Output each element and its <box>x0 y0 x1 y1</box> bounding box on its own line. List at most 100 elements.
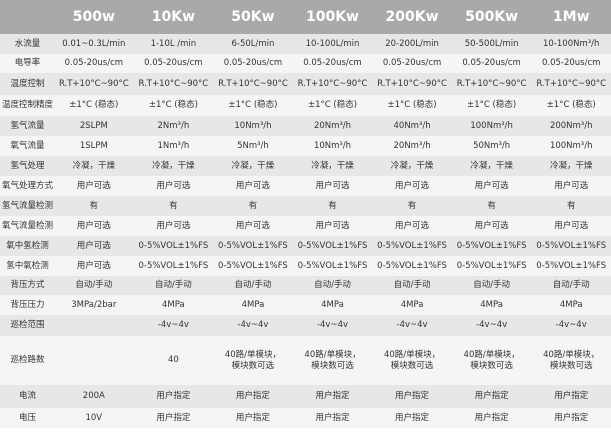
row-label: 背压压力 <box>0 295 55 315</box>
table-cell: 用户指定 <box>531 385 611 408</box>
row-label: 电导率 <box>0 54 55 73</box>
table-cell: 用户指定 <box>292 385 373 408</box>
table-cell: ±1°C (稳态) <box>451 95 532 116</box>
table-cell: 用户可选 <box>531 176 611 196</box>
table-cell: R.T+10°C~90°C <box>133 73 214 95</box>
table-cell: -4v~4v <box>451 315 532 336</box>
table-cell: 20-200L/min <box>372 34 452 54</box>
table-row: 氧气流量检测 用户可选 用户可选 用户可选 用户可选 用户可选 用户可选 用户可选 <box>0 216 611 236</box>
table-cell: 40路/单模块， 模块数可选 <box>451 336 532 385</box>
table-cell: 用户指定 <box>451 408 532 428</box>
table-cell: 用户可选 <box>451 216 532 236</box>
table-cell: -4v~4v <box>133 315 214 336</box>
table-cell: 0-5%VOL±1%FS <box>531 236 611 256</box>
table-cell: 用户可选 <box>213 176 293 196</box>
table-cell <box>54 336 134 385</box>
table-cell: 有 <box>531 196 611 216</box>
row-label: 温度控制精度 <box>0 95 55 116</box>
table-cell: 用户可选 <box>451 176 532 196</box>
table-row: 背压压力 3MPa/2bar 4MPa 4MPa 4MPa 4MPa 4MPa 4MPa <box>0 295 611 315</box>
table-cell: 用户指定 <box>213 408 293 428</box>
header-model-50kw: 50Kw <box>213 0 293 34</box>
table-cell: ±1°C (稳态) <box>133 95 214 116</box>
table-cell: 0-5%VOL±1%FS <box>451 256 532 276</box>
table-row: 氧气处理方式 用户可选 用户可选 用户可选 用户可选 用户可选 用户可选 用户可选 <box>0 176 611 196</box>
table-cell: 自动/手动 <box>133 276 214 295</box>
table-cell: 用户指定 <box>372 408 452 428</box>
table-cell: 0-5%VOL±1%FS <box>372 236 452 256</box>
table-cell: 自动/手动 <box>372 276 452 295</box>
table-cell: 有 <box>451 196 532 216</box>
row-label: 背压方式 <box>0 276 55 295</box>
table-cell: 0-5%VOL±1%FS <box>133 236 214 256</box>
table-cell: 用户指定 <box>133 408 214 428</box>
table-cell: 自动/手动 <box>54 276 134 295</box>
table-row: 氢中氧检测 用户可选 0-5%VOL±1%FS 0-5%VOL±1%FS 0-5%VOL… <box>0 256 611 276</box>
table-cell: 10-100L/min <box>292 34 373 54</box>
table-cell: 0.05-20us/cm <box>451 54 532 73</box>
row-label: 氢中氧检测 <box>0 256 55 276</box>
table-cell: 用户可选 <box>292 216 373 236</box>
table-cell: 自动/手动 <box>213 276 293 295</box>
table-cell: 0-5%VOL±1%FS <box>372 256 452 276</box>
table-row: 背压方式 自动/手动 自动/手动 自动/手动 自动/手动 自动/手动 自动/手动 自动/手动 <box>0 276 611 295</box>
table-cell: 4MPa <box>372 295 452 315</box>
table-cell: 冷凝，干燥 <box>372 156 452 176</box>
table-cell: 40路/单模块， 模块数可选 <box>292 336 373 385</box>
header-row: 500w 10Kw 50Kw 100Kw 200Kw 500Kw 1Mw <box>0 0 611 34</box>
table-cell: R.T+10°C~90°C <box>451 73 532 95</box>
table-row: 氧气流量 1SLPM 1Nm³/h 5Nm³/h 10Nm³/h 20Nm³/h 50Nm³… <box>0 136 611 156</box>
table-cell: 0-5%VOL±1%FS <box>213 236 293 256</box>
table-cell: 5Nm³/h <box>213 136 293 156</box>
table-cell: 20Nm³/h <box>372 136 452 156</box>
table-cell: 用户可选 <box>372 176 452 196</box>
table-cell: 冷凝，干燥 <box>531 156 611 176</box>
table-cell: 100Nm³/h <box>531 136 611 156</box>
row-label: 氧气处理方式 <box>0 176 55 196</box>
spec-table: 500w 10Kw 50Kw 100Kw 200Kw 500Kw 1Mw 水流量… <box>0 0 611 428</box>
table-row: 电导率 0.05-20us/cm 0.05-20us/cm 0.05-20us/cm 0… <box>0 54 611 73</box>
table-cell: 0.01~0.3L/min <box>54 34 134 54</box>
table-cell: 0.05-20us/cm <box>531 54 611 73</box>
table-cell: 有 <box>292 196 373 216</box>
header-model-1mw: 1Mw <box>531 0 611 34</box>
table-cell: 1Nm³/h <box>133 136 214 156</box>
spec-table-body: 水流量 0.01~0.3L/min 1-10L /min 6-50L/min 10-10… <box>0 34 611 428</box>
table-cell: 10V <box>54 408 134 428</box>
table-cell: ±1°C (稳态) <box>292 95 373 116</box>
row-label: 氢气流量检测 <box>0 196 55 216</box>
table-cell: 用户可选 <box>213 216 293 236</box>
table-row: 氢气流量检测有有有有有有有 <box>0 196 611 216</box>
table-cell: 200A <box>54 385 134 408</box>
table-cell: 40Nm³/h <box>372 116 452 136</box>
table-row: 氢气处理 冷凝，干燥 冷凝，干燥 冷凝，干燥 冷凝，干燥 冷凝，干燥 冷凝，干燥 冷凝，干燥 <box>0 156 611 176</box>
table-cell: 用户可选 <box>54 176 134 196</box>
row-label: 氧气流量 <box>0 136 55 156</box>
table-cell: 2Nm³/h <box>133 116 214 136</box>
table-cell: 1-10L /min <box>133 34 214 54</box>
row-label: 水流量 <box>0 34 55 54</box>
table-row: 温度控制 R.T+10°C~90°C R.T+10°C~90°C R.T+10°C~9… <box>0 73 611 95</box>
table-cell: 0.05-20us/cm <box>372 54 452 73</box>
table-cell: R.T+10°C~90°C <box>531 73 611 95</box>
table-cell: 自动/手动 <box>292 276 373 295</box>
table-cell <box>54 315 134 336</box>
table-cell: -4v~4v <box>292 315 373 336</box>
table-cell: 用户可选 <box>54 216 134 236</box>
header-model-10kw: 10Kw <box>133 0 214 34</box>
table-cell: 2SLPM <box>54 116 134 136</box>
table-cell: 40路/单模块， 模块数可选 <box>372 336 452 385</box>
table-cell: 4MPa <box>213 295 293 315</box>
table-cell: 1SLPM <box>54 136 134 156</box>
table-cell: 用户指定 <box>213 385 293 408</box>
table-cell: 3MPa/2bar <box>54 295 134 315</box>
table-cell: 4MPa <box>451 295 532 315</box>
table-cell: ±1°C (稳态) <box>54 95 134 116</box>
table-cell: 20Nm³/h <box>292 116 373 136</box>
table-cell: -4v~4v <box>213 315 293 336</box>
table-cell: 自动/手动 <box>451 276 532 295</box>
table-cell: 用户指定 <box>372 385 452 408</box>
spec-table-header: 500w 10Kw 50Kw 100Kw 200Kw 500Kw 1Mw <box>0 0 611 34</box>
table-row: 电压 10V 用户指定 用户指定 用户指定 用户指定 用户指定 用户指定 <box>0 408 611 428</box>
table-cell: 40 <box>133 336 214 385</box>
